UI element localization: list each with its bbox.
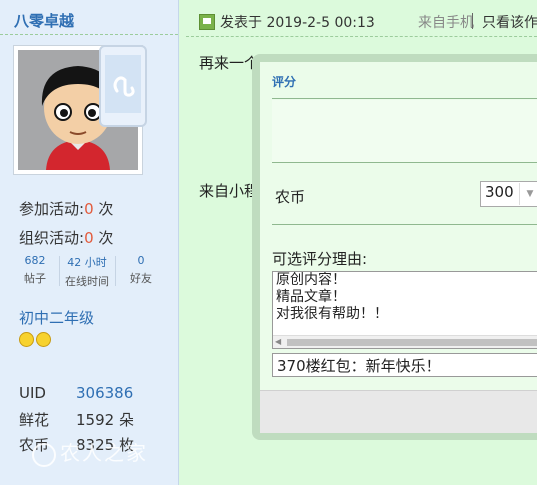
watermark-logo-icon xyxy=(32,442,56,467)
post-header-divider xyxy=(186,36,537,37)
username-link[interactable]: 八零卓越 xyxy=(14,10,74,31)
user-sidebar: 八零卓越 参加活动:0 次 组织活动:0 次 682 帖子 42 小时 在线时间… xyxy=(0,0,179,485)
reason-option[interactable]: 原创内容！ xyxy=(273,272,537,289)
coin-amount-select[interactable]: 300 ▼ xyxy=(480,181,537,207)
reason-label: 可选评分理由: xyxy=(272,250,368,268)
scrollbar-thumb[interactable] xyxy=(287,339,537,346)
online-status-icon xyxy=(199,14,215,30)
mini-stats: 682 帖子 42 小时 在线时间 0 好友 xyxy=(13,254,158,288)
site-watermark: 农人之家 xyxy=(32,437,148,467)
mini-program-icon xyxy=(113,76,135,97)
uid-link[interactable]: 306386 xyxy=(76,384,133,402)
scroll-left-icon[interactable]: ◀ xyxy=(275,337,281,346)
only-view-author-link[interactable]: 只看该作者 xyxy=(482,12,537,32)
grade-medals xyxy=(19,332,53,351)
dialog-divider xyxy=(272,98,537,99)
reason-option[interactable]: 精品文章！ xyxy=(273,289,537,306)
rating-info-box xyxy=(272,100,537,162)
header-separator xyxy=(472,13,473,29)
profile-uid: UID 306386 xyxy=(19,384,134,402)
profile-flowers: 鲜花 1592 朵 xyxy=(19,411,134,429)
posts-count[interactable]: 682 帖子 xyxy=(13,254,57,286)
dialog-title: 评分 xyxy=(272,75,297,89)
mobile-phone-icon xyxy=(99,45,147,127)
reason-option[interactable]: 对我很有帮助！！ xyxy=(273,306,537,323)
stat-organize-activity: 组织活动:0 次 xyxy=(19,229,114,247)
chevron-down-icon[interactable]: ▼ xyxy=(519,183,537,205)
mini-stat-divider xyxy=(115,256,116,286)
sidebar-divider xyxy=(0,34,178,35)
smiley-icon xyxy=(19,332,34,347)
dialog-footer xyxy=(260,390,537,433)
user-grade[interactable]: 初中二年级 xyxy=(19,307,94,328)
dialog-divider xyxy=(272,162,537,163)
dialog-divider xyxy=(272,224,537,225)
post-content: 再来一个 xyxy=(199,54,260,72)
post-source[interactable]: 来自手机 xyxy=(418,12,474,32)
post-time: 发表于 2019-2-5 00:13 xyxy=(220,15,375,31)
stat-join-activity: 参加活动:0 次 xyxy=(19,200,114,218)
friends-count[interactable]: 0 好友 xyxy=(119,254,163,286)
coin-field-label: 农币 xyxy=(275,188,306,206)
post-header: 发表于 2019-2-5 00:13 来自手机 只看该作者 xyxy=(199,12,537,36)
mini-stat-divider xyxy=(59,256,60,286)
smiley-icon xyxy=(36,332,51,347)
online-time[interactable]: 42 小时 在线时间 xyxy=(61,254,113,289)
reason-listbox[interactable]: 原创内容！ 精品文章！ 对我很有帮助！！ ◀ xyxy=(272,271,537,349)
rating-dialog: 评分 农币 300 ▼ 可选评分理由: 原创内容！ 精品文章！ 对我很有帮助！！… xyxy=(252,54,537,440)
horizontal-scrollbar[interactable]: ◀ xyxy=(273,335,537,348)
reason-input[interactable]: 370楼红包：新年快乐！ xyxy=(272,353,537,377)
